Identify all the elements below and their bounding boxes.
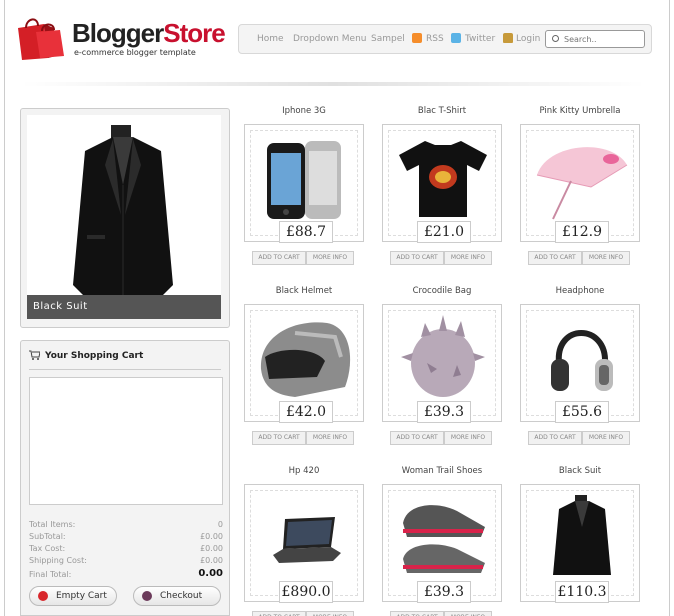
- product-price: £88.7: [279, 221, 333, 243]
- product-price: £890.0: [279, 581, 333, 603]
- cart-divider: [29, 369, 221, 370]
- nav-rss[interactable]: RSS: [426, 34, 444, 44]
- product-price: £21.0: [417, 221, 471, 243]
- featured-image-area: Black Suit: [27, 115, 221, 319]
- product-price: £12.9: [555, 221, 609, 243]
- nav-home[interactable]: Home: [257, 34, 284, 44]
- cart-total-items: Total Items: 0: [29, 520, 223, 529]
- more-info-button[interactable]: MORE INFO: [444, 251, 492, 265]
- add-to-cart-button[interactable]: ADD TO CART: [252, 611, 306, 616]
- product-price: £42.0: [279, 401, 333, 423]
- more-info-button[interactable]: MORE INFO: [444, 431, 492, 445]
- nav-dropdown-menu[interactable]: Dropdown Menu: [293, 34, 367, 44]
- more-info-button[interactable]: MORE INFO: [306, 431, 354, 445]
- add-to-cart-button[interactable]: ADD TO CART: [528, 431, 582, 445]
- product-card: Hp 420 £890.0 ADD TO CART MORE INFO: [242, 466, 366, 616]
- cart-tax-cost: Tax Cost: £0.00: [29, 544, 223, 553]
- tshirt-image: [399, 141, 487, 217]
- no-entry-icon: [38, 591, 48, 601]
- search-box: [545, 30, 645, 48]
- product-name[interactable]: Headphone: [518, 286, 642, 296]
- product-card: Pink Kitty Umbrella £12.9 ADD TO CART MO…: [518, 106, 642, 276]
- logo-tagline: e-commerce blogger template: [74, 48, 196, 57]
- bag-image: [401, 315, 485, 397]
- shoes-image: [403, 505, 485, 573]
- product-name[interactable]: Crocodile Bag: [380, 286, 504, 296]
- cart-items-list: [29, 377, 223, 505]
- more-info-button[interactable]: MORE INFO: [444, 611, 492, 616]
- nav-sampel[interactable]: Sampel: [371, 34, 405, 44]
- product-price: £55.6: [555, 401, 609, 423]
- add-to-cart-button[interactable]: ADD TO CART: [528, 251, 582, 265]
- iphone-image: [267, 141, 341, 219]
- featured-caption: Black Suit: [27, 295, 221, 319]
- product-image-frame[interactable]: £21.0: [382, 124, 502, 243]
- featured-product[interactable]: Black Suit: [20, 108, 230, 328]
- header-divider: [20, 82, 646, 86]
- product-price: £39.3: [417, 401, 471, 423]
- product-name[interactable]: Pink Kitty Umbrella: [518, 106, 642, 116]
- lock-icon: [503, 33, 513, 43]
- more-info-button[interactable]: MORE INFO: [582, 431, 630, 445]
- product-image-frame[interactable]: £12.9: [520, 124, 640, 243]
- product-card: Headphone £55.6 ADD TO CART MORE INFO: [518, 286, 642, 456]
- twitter-icon: [451, 33, 461, 43]
- empty-cart-button[interactable]: Empty Cart: [29, 586, 117, 606]
- product-image-frame[interactable]: £42.0: [244, 304, 364, 423]
- rss-icon: [412, 33, 422, 43]
- product-image-frame[interactable]: £39.3: [382, 304, 502, 423]
- add-to-cart-button[interactable]: ADD TO CART: [390, 251, 444, 265]
- product-name[interactable]: Woman Trail Shoes: [380, 466, 504, 476]
- more-info-button[interactable]: MORE INFO: [306, 611, 354, 616]
- cart-icon: [29, 350, 40, 360]
- shopping-cart-panel: Your Shopping Cart Total Items: 0 SubTota…: [20, 340, 230, 616]
- product-image-frame[interactable]: £890.0: [244, 484, 364, 603]
- product-name[interactable]: Hp 420: [242, 466, 366, 476]
- cart-subtotal: SubTotal: £0.00: [29, 532, 223, 541]
- product-image-frame[interactable]: £39.3: [382, 484, 502, 603]
- product-image-frame[interactable]: £110.3: [520, 484, 640, 603]
- product-name[interactable]: Black Helmet: [242, 286, 366, 296]
- umbrella-image: [536, 147, 628, 220]
- add-to-cart-button[interactable]: ADD TO CART: [252, 251, 306, 265]
- nav-login[interactable]: Login: [516, 34, 540, 44]
- cart-title: Your Shopping Cart: [45, 351, 144, 361]
- product-price: £110.3: [555, 581, 609, 603]
- product-card: Crocodile Bag £39.3 ADD TO CART MORE INF…: [380, 286, 504, 456]
- shopping-bag-icon: [18, 18, 64, 60]
- headphone-image: [551, 330, 613, 391]
- cart-final-total: Final Total: 0.00: [29, 568, 223, 579]
- checkout-button[interactable]: Checkout: [133, 586, 221, 606]
- product-card: Woman Trail Shoes £39.3 ADD TO CART MORE…: [380, 466, 504, 616]
- product-card: Black Suit £110.3: [518, 466, 642, 616]
- checkout-icon: [142, 591, 152, 601]
- add-to-cart-button[interactable]: ADD TO CART: [252, 431, 306, 445]
- product-card: Black Helmet £42.0 ADD TO CART MORE INFO: [242, 286, 366, 456]
- product-card: Blac T-Shirt £21.0 ADD TO CART MORE INFO: [380, 106, 504, 276]
- cart-shipping-cost: Shipping Cost: £0.00: [29, 556, 223, 565]
- product-card: Iphone 3G £88.7 ADD TO CART MORE INFO: [242, 106, 366, 276]
- site-logo[interactable]: BloggerStore e-commerce blogger template: [14, 12, 226, 62]
- product-image-frame[interactable]: £55.6: [520, 304, 640, 423]
- more-info-button[interactable]: MORE INFO: [306, 251, 354, 265]
- top-navigation: Home Dropdown Menu Sampel RSS Twitter Lo…: [238, 24, 652, 54]
- product-name[interactable]: Blac T-Shirt: [380, 106, 504, 116]
- logo-title: BloggerStore: [72, 18, 226, 48]
- suit-image: [553, 495, 611, 575]
- product-name[interactable]: Iphone 3G: [242, 106, 366, 116]
- laptop-image: [273, 517, 341, 563]
- nav-twitter[interactable]: Twitter: [465, 34, 495, 44]
- search-input[interactable]: [564, 33, 642, 45]
- helmet-image: [260, 322, 351, 397]
- add-to-cart-button[interactable]: ADD TO CART: [390, 611, 444, 616]
- suit-image: [73, 125, 173, 303]
- product-name[interactable]: Black Suit: [518, 466, 642, 476]
- more-info-button[interactable]: MORE INFO: [582, 251, 630, 265]
- search-icon: [552, 35, 559, 42]
- product-price: £39.3: [417, 581, 471, 603]
- add-to-cart-button[interactable]: ADD TO CART: [390, 431, 444, 445]
- product-image-frame[interactable]: £88.7: [244, 124, 364, 243]
